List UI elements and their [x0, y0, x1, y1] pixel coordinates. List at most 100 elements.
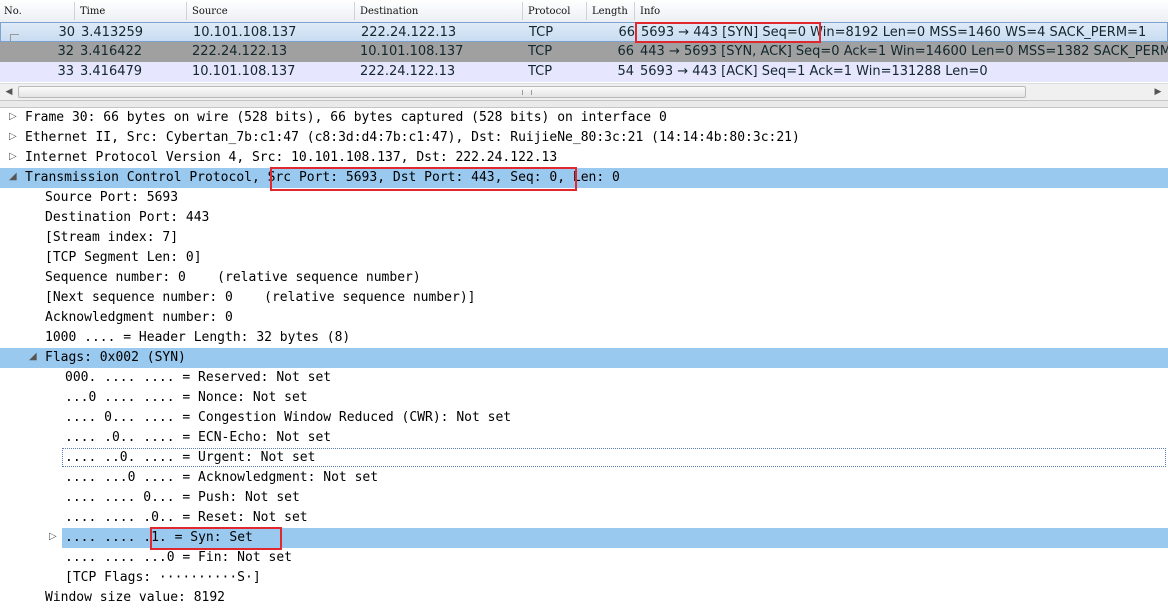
tcp-summary-highlighted: Src Port: 5693, Dst Port: 443, Seq: 0 — [267, 170, 558, 185]
tree-item-label: Source Port: 5693 — [45, 190, 179, 205]
cell-protocol: TCP — [528, 64, 553, 79]
packet-row[interactable]: 33 3.416479 10.101.108.137 222.24.122.13… — [0, 62, 1168, 82]
tree-item-flag-bit[interactable]: .... 0... .... = Congestion Window Reduc… — [0, 408, 1168, 428]
cell-length: 66 — [618, 25, 635, 40]
cell-no: 32 — [57, 44, 74, 59]
tree-item-label: .... .... .0.. = Reset: Not set — [65, 510, 308, 525]
tcp-suffix: , Len: 0 — [557, 170, 620, 185]
packet-row[interactable]: 32 3.416422 222.24.122.13 10.101.108.137… — [0, 42, 1168, 62]
cell-no: 30 — [58, 25, 75, 40]
tree-item-label: .... .... .1. = Syn: Set — [65, 530, 253, 545]
cell-info: 5693 → 443 [SYN] Seq=0 Win=8192 Len=0 MS… — [641, 25, 1146, 40]
tree-item-flag-bit[interactable]: .... .... .0.. = Reset: Not set — [0, 508, 1168, 528]
col-separator[interactable] — [74, 2, 75, 20]
tree-item-field[interactable]: Acknowledgment number: 0 — [0, 308, 1168, 328]
tree-item-flag-syn[interactable]: ▷ .... .... .1. = Syn: Set — [0, 528, 1168, 548]
cell-time: 3.416479 — [80, 64, 143, 79]
tree-item-field[interactable]: [TCP Segment Len: 0] — [0, 248, 1168, 268]
tree-item-field[interactable]: 1000 .... = Header Length: 32 bytes (8) — [0, 328, 1168, 348]
tree-item-flag-bit[interactable]: .... .... 0... = Push: Not set — [0, 488, 1168, 508]
expand-arrow-icon[interactable]: ▷ — [9, 111, 17, 122]
cell-protocol: TCP — [528, 44, 553, 59]
tree-item-label: .... .0.. .... = ECN-Echo: Not set — [65, 430, 332, 445]
cell-length: 66 — [617, 44, 634, 59]
pane-splitter[interactable] — [0, 100, 1168, 108]
cell-destination: 10.101.108.137 — [360, 44, 464, 59]
col-destination[interactable]: Destination — [360, 6, 418, 17]
col-separator[interactable] — [586, 2, 587, 20]
scroll-right-icon[interactable]: ▶ — [1150, 84, 1166, 100]
cell-destination: 222.24.122.13 — [361, 25, 457, 40]
tree-item-frame[interactable]: ▷ Frame 30: 66 bytes on wire (528 bits),… — [0, 108, 1168, 128]
col-separator[interactable] — [354, 2, 355, 20]
col-separator[interactable] — [186, 2, 187, 20]
tree-item-flag-bit[interactable]: ...0 .... .... = Nonce: Not set — [0, 388, 1168, 408]
tree-item-field[interactable]: Destination Port: 443 — [0, 208, 1168, 228]
cell-time: 3.416422 — [80, 44, 143, 59]
tree-item-label: 1000 .... = Header Length: 32 bytes (8) — [45, 330, 351, 345]
cell-destination: 222.24.122.13 — [360, 64, 456, 79]
tree-item-field[interactable]: [Stream index: 7] — [0, 228, 1168, 248]
tree-item-label: Transmission Control Protocol, Src Port:… — [25, 170, 620, 185]
col-info[interactable]: Info — [640, 6, 660, 17]
packet-details-tree: ▷ Frame 30: 66 bytes on wire (528 bits),… — [0, 108, 1168, 613]
tree-item-label: .... ...0 .... = Acknowledgment: Not set — [65, 470, 379, 485]
tree-item-label: Frame 30: 66 bytes on wire (528 bits), 6… — [25, 110, 667, 125]
col-protocol[interactable]: Protocol — [528, 6, 570, 17]
col-separator[interactable] — [522, 2, 523, 20]
tree-item-flag-bit[interactable]: .... .... ...0 = Fin: Not set — [0, 548, 1168, 568]
tree-item-label: [Stream index: 7] — [45, 230, 179, 245]
tree-item-label: Destination Port: 443 — [45, 210, 210, 225]
grip-icon — [522, 90, 532, 95]
tree-item-flag-bit[interactable]: .... ..0. .... = Urgent: Not set — [0, 448, 1168, 468]
tree-item-label: .... ..0. .... = Urgent: Not set — [65, 450, 316, 465]
col-separator[interactable] — [634, 2, 635, 20]
expand-arrow-icon[interactable]: ▷ — [9, 131, 17, 142]
tree-item-tcp[interactable]: ◢ Transmission Control Protocol, Src Por… — [0, 168, 1168, 188]
col-source[interactable]: Source — [192, 6, 228, 17]
tree-item-field[interactable]: [TCP Flags: ··········S·] — [0, 568, 1168, 588]
cell-protocol: TCP — [529, 25, 554, 40]
cell-source: 222.24.122.13 — [192, 44, 288, 59]
tree-item-ip[interactable]: ▷ Internet Protocol Version 4, Src: 10.1… — [0, 148, 1168, 168]
info-rest: Win=8192 Len=0 MSS=1460 WS=4 SACK_PERM=1 — [806, 25, 1147, 40]
col-length[interactable]: Length — [592, 6, 628, 17]
tree-item-label: .... .... 0... = Push: Not set — [65, 490, 300, 505]
horizontal-scrollbar[interactable]: ◀ ▶ — [0, 83, 1168, 100]
tree-item-label: Flags: 0x002 (SYN) — [45, 350, 186, 365]
packet-list-header: No. Time Source Destination Protocol Len… — [0, 0, 1168, 23]
scroll-left-icon[interactable]: ◀ — [1, 84, 17, 100]
expand-arrow-icon[interactable]: ▷ — [9, 151, 17, 162]
tree-item-label: 000. .... .... = Reserved: Not set — [65, 370, 332, 385]
tree-item-field[interactable]: Sequence number: 0 (relative sequence nu… — [0, 268, 1168, 288]
tree-item-flag-bit[interactable]: .... .0.. .... = ECN-Echo: Not set — [0, 428, 1168, 448]
tree-item-label: Sequence number: 0 (relative sequence nu… — [45, 270, 421, 285]
tree-item-field[interactable]: [Next sequence number: 0 (relative seque… — [0, 288, 1168, 308]
col-no[interactable]: No. — [4, 6, 22, 17]
tree-item-label: Ethernet II, Src: Cybertan_7b:c1:47 (c8:… — [25, 130, 800, 145]
scrollbar-thumb[interactable] — [18, 86, 1026, 98]
tree-item-label: [Next sequence number: 0 (relative seque… — [45, 290, 476, 305]
cell-length: 54 — [617, 64, 634, 79]
tree-item-field[interactable]: Source Port: 5693 — [0, 188, 1168, 208]
expand-arrow-icon[interactable]: ▷ — [49, 531, 57, 542]
packet-list: No. Time Source Destination Protocol Len… — [0, 0, 1168, 100]
cell-time: 3.413259 — [81, 25, 144, 40]
tree-item-flags[interactable]: ◢ Flags: 0x002 (SYN) — [0, 348, 1168, 368]
collapse-arrow-icon[interactable]: ◢ — [29, 351, 37, 362]
tree-item-ethernet[interactable]: ▷ Ethernet II, Src: Cybertan_7b:c1:47 (c… — [0, 128, 1168, 148]
tree-item-label: .... 0... .... = Congestion Window Reduc… — [65, 410, 512, 425]
tree-item-flag-bit[interactable]: .... ...0 .... = Acknowledgment: Not set — [0, 468, 1168, 488]
col-time[interactable]: Time — [80, 6, 105, 17]
collapse-arrow-icon[interactable]: ◢ — [9, 171, 17, 182]
cell-info: 5693 → 443 [ACK] Seq=1 Ack=1 Win=131288 … — [640, 64, 988, 79]
info-highlighted: 5693 → 443 [SYN] Seq=0 — [641, 25, 807, 40]
tree-item-label: [TCP Flags: ··········S·] — [65, 570, 261, 585]
tree-item-field[interactable]: Window size value: 8192 — [0, 588, 1168, 608]
tree-item-flag-bit[interactable]: 000. .... .... = Reserved: Not set — [0, 368, 1168, 388]
tcp-prefix: Transmission Control Protocol, — [25, 170, 268, 185]
tree-item-label: .... .... ...0 = Fin: Not set — [65, 550, 292, 565]
tree-item-label: Window size value: 8192 — [45, 590, 226, 605]
cell-source: 10.101.108.137 — [193, 25, 297, 40]
packet-row[interactable]: 30 3.413259 10.101.108.137 222.24.122.13… — [0, 22, 1168, 42]
